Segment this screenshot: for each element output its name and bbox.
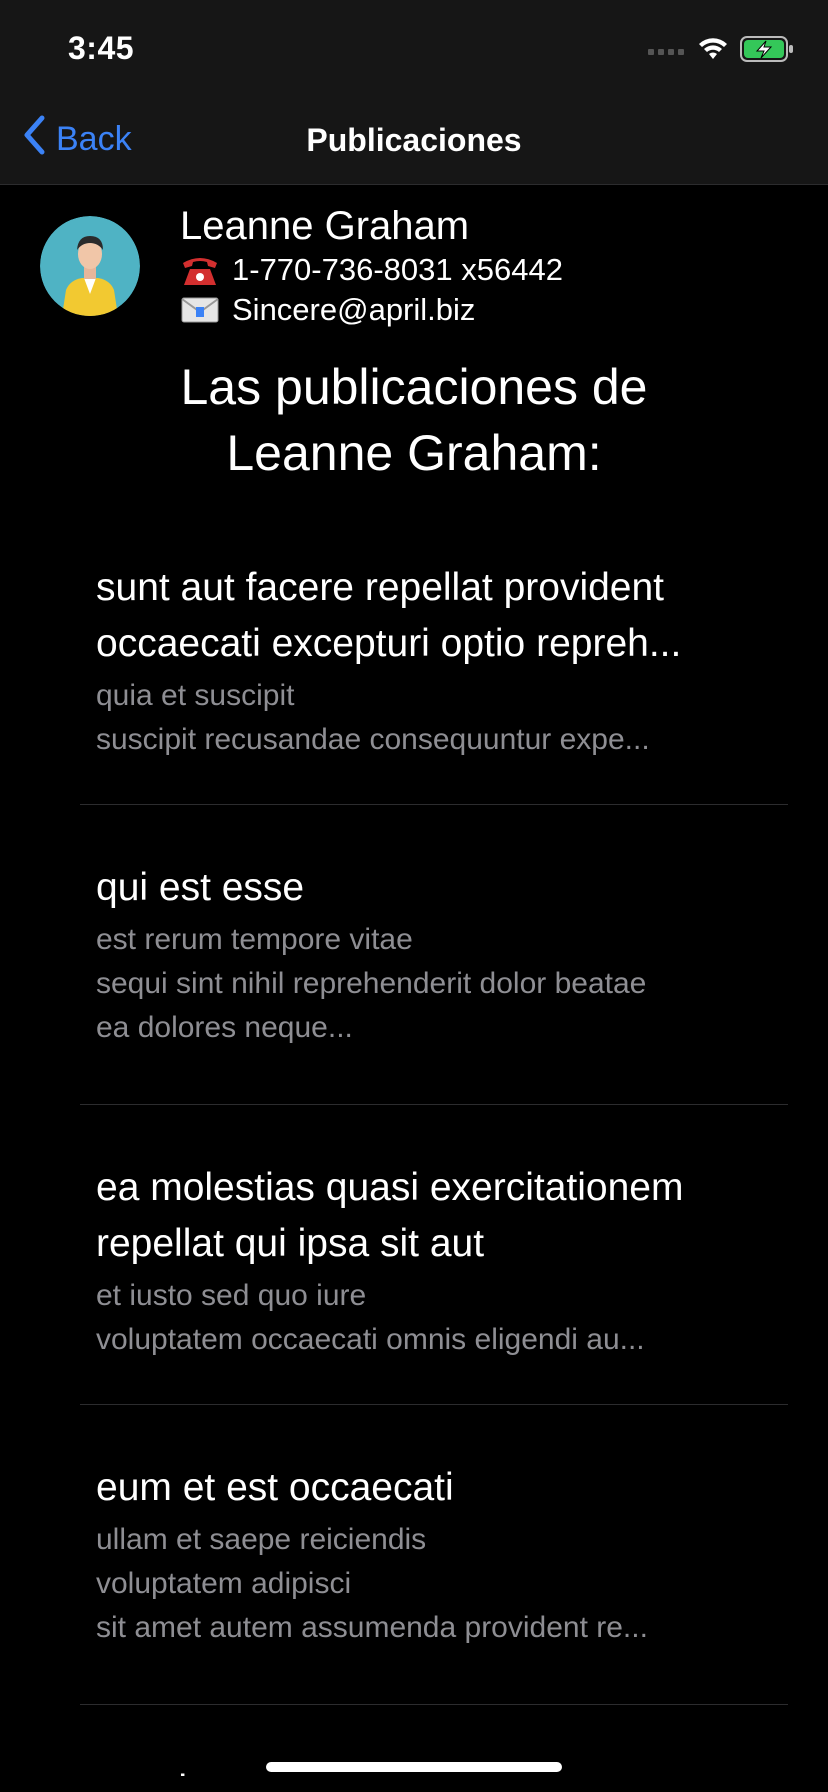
status-icons xyxy=(648,35,794,68)
user-name: Leanne Graham xyxy=(180,204,470,248)
post-list-item[interactable]: qui est esse est rerum tempore vitae seq… xyxy=(80,860,788,1105)
partial-post-title: nesciunt quas odio xyxy=(96,1762,256,1776)
status-time: 3:45 xyxy=(68,30,135,66)
battery-charging-icon xyxy=(740,35,794,68)
signal-icon xyxy=(648,42,686,60)
navigation-bar: Back Publicaciones xyxy=(0,96,828,185)
post-list-item[interactable]: eum et est occaecati ullam et saepe reic… xyxy=(80,1460,788,1705)
telephone-icon xyxy=(180,254,220,286)
user-phone-row: 1-770-736-8031 x56442 xyxy=(180,252,563,288)
avatar xyxy=(40,216,140,316)
section-title-text: Las publicaciones de Leanne Graham: xyxy=(180,359,648,481)
status-bar: 3:45 xyxy=(0,0,828,96)
post-body: quia et suscipit suscipit recusandae con… xyxy=(96,679,650,756)
section-title: Las publicaciones de Leanne Graham: xyxy=(0,354,828,486)
post-body: est rerum tempore vitae sequi sint nihil… xyxy=(96,923,647,1044)
user-phone: 1-770-736-8031 x56442 xyxy=(232,252,563,287)
envelope-icon xyxy=(180,294,220,326)
post-title: ea molestias quasi exercitationem repell… xyxy=(96,1166,684,1265)
post-body: et iusto sed quo iure voluptatem occaeca… xyxy=(96,1279,645,1356)
post-list-item[interactable]: sunt aut facere repellat provident occae… xyxy=(80,560,788,805)
home-indicator[interactable] xyxy=(266,1762,562,1772)
user-email-row: Sincere@april.biz xyxy=(180,292,475,328)
post-body: ullam et saepe reiciendis voluptatem adi… xyxy=(96,1523,648,1644)
post-title: qui est esse xyxy=(96,866,305,909)
user-email[interactable]: Sincere@april.biz xyxy=(232,292,475,328)
wifi-icon xyxy=(698,37,728,66)
post-title: sunt aut facere repellat provident occae… xyxy=(96,566,682,665)
post-title: eum et est occaecati xyxy=(96,1466,454,1509)
post-list-item[interactable]: ea molestias quasi exercitationem repell… xyxy=(80,1160,788,1405)
page-title: Publicaciones xyxy=(306,122,522,158)
